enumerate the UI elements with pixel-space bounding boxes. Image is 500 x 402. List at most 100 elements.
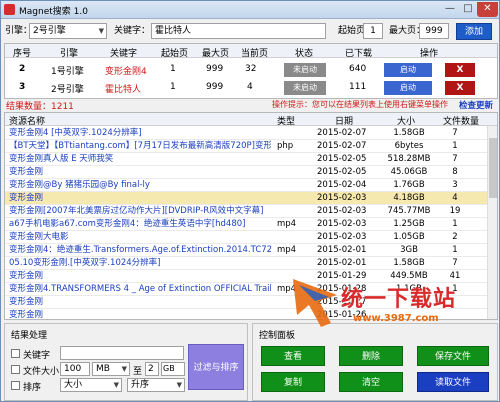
app-window: Magnet搜索 1.0 — □ ✕ 引擎： 2号引擎 ▼ 关键字： 霍比特人 … <box>0 0 500 402</box>
delete-task-button[interactable]: X <box>445 63 475 77</box>
keyword-filter-label: 关键字 <box>23 351 51 361</box>
size-from-input[interactable]: 100 <box>60 362 90 376</box>
result-size: 1.58GB <box>393 258 425 268</box>
result-file-count: 19 <box>449 206 461 216</box>
delete-button[interactable]: 删除 <box>339 346 403 366</box>
delete-task-button[interactable]: X <box>445 81 475 95</box>
copy-button[interactable]: 复制 <box>261 372 325 392</box>
engine-label: 引擎： <box>5 26 33 36</box>
result-row[interactable]: 【BT天堂】【BTtiantang.com】[7月17日发布最新高清版720P]… <box>5 140 487 153</box>
result-type: mp4 <box>277 245 297 255</box>
sort-checkbox[interactable] <box>11 381 20 390</box>
start-task-button[interactable]: 启动 <box>384 81 432 95</box>
save-file-button[interactable]: 保存文件 <box>417 346 489 366</box>
max-page-input[interactable]: 999 <box>419 23 449 39</box>
task-no: 3 <box>19 82 26 92</box>
result-name: 变形金刚大电影 <box>9 232 69 242</box>
engine-select[interactable]: 2号引擎 ▼ <box>29 23 107 39</box>
size-from-unit-select[interactable]: MB ▼ <box>92 362 130 376</box>
task-keyword: 霍比特人 <box>105 85 142 95</box>
to-label: 至 <box>133 367 143 377</box>
sort-order-value: 升序 <box>131 380 150 390</box>
task-downloaded: 640 <box>349 64 367 74</box>
maximize-button[interactable]: □ <box>459 2 477 17</box>
result-row[interactable]: 变形金刚@By 猪猪乐园@By final-ly 2015-02-04 1.76GB… <box>5 179 487 192</box>
watermark-logo: 统一下载站 www.3987.com <box>291 271 500 333</box>
task-row[interactable]: 3 2号引擎 霍比特人 1 999 4 未启动 111 启动 X <box>5 80 497 96</box>
minimize-button[interactable]: — <box>441 2 459 17</box>
chevron-down-icon: ▼ <box>113 381 119 389</box>
result-count: 结果数量：1211 <box>6 102 74 112</box>
task-current-page: 4 <box>247 82 253 92</box>
task-engine: 1号引擎 <box>51 67 84 77</box>
task-current-page: 32 <box>245 64 257 74</box>
size-to-input[interactable]: 2 <box>145 362 159 376</box>
size-to-unit-value: GB <box>163 364 175 373</box>
watermark-url: www.3987.com <box>353 313 439 324</box>
result-row[interactable]: 05.10变形金刚.[中英双字.1024分辨率] 2015-02-01 1.58GB… <box>5 257 487 270</box>
keyword-input[interactable]: 霍比特人 <box>151 23 326 39</box>
check-update-link[interactable]: 检查更新 <box>459 99 493 111</box>
result-name: 05.10变形金刚.[中英双字.1024分辨率] <box>9 258 161 268</box>
chevron-down-icon: ▼ <box>176 381 182 389</box>
result-name: 变形金刚 <box>9 193 44 203</box>
result-size: 3GB <box>400 245 418 255</box>
result-size: 518.28MB <box>387 154 431 164</box>
col-header-max-page: 最大页 <box>202 49 230 59</box>
result-row[interactable]: 变形金刚大电影 2015-02-03 1.05GB 2 <box>5 231 487 244</box>
keyword-checkbox[interactable] <box>11 349 20 358</box>
result-name: 变形金刚 <box>9 310 44 320</box>
result-name: 变形金刚4.TRANSFORMERS 4 _ Age of Extinction… <box>9 284 271 294</box>
size-to-unit-select[interactable]: GB <box>161 362 185 376</box>
add-button[interactable]: 添加 <box>456 23 492 40</box>
sort-order-select[interactable]: 升序 ▼ <box>127 378 185 392</box>
task-state-badge: 未启动 <box>284 81 326 95</box>
col-header-action: 操作 <box>420 49 439 59</box>
result-date: 2015-02-03 <box>317 219 367 229</box>
result-date: 2015-02-03 <box>317 193 367 203</box>
keyword-filter-input[interactable] <box>60 346 184 360</box>
col-header-downloaded: 已下载 <box>345 49 373 59</box>
clear-button[interactable]: 清空 <box>339 372 403 392</box>
task-max-page: 999 <box>206 82 224 92</box>
result-row[interactable]: 变形金刚4 [中英双字.1024分辨率] 2015-02-07 1.58GB 7 <box>5 127 487 140</box>
sort-field-select[interactable]: 大小 ▼ <box>60 378 122 392</box>
filter-panel-title: 结果处理 <box>11 331 48 341</box>
sort-label: 排序 <box>23 383 42 393</box>
col-header-type: 类型 <box>277 117 296 127</box>
result-size: 1.25GB <box>393 219 425 229</box>
results-table-header: 资源名称 类型 日期 大小 文件数量 <box>5 113 497 127</box>
result-row[interactable]: 变形金刚真人版 E 天师我笑 2015-02-05 518.28MB 7 <box>5 153 487 166</box>
result-row[interactable]: 变形金刚 2015-02-03 4.18GB 4 <box>5 192 487 205</box>
result-name: 变形金刚[2007年北美票房过亿动作大片][DVDRIP-R风效中文字幕] <box>9 206 264 216</box>
filter-sort-button[interactable]: 过滤与排序 <box>188 344 244 390</box>
task-row[interactable]: 2 1号引擎 变形金刚4 1 999 32 未启动 640 启动 X <box>5 62 497 78</box>
size-filter-label: 文件大小 <box>23 367 60 377</box>
result-row[interactable]: 变形金刚[2007年北美票房过亿动作大片][DVDRIP-R风效中文字幕] 201… <box>5 205 487 218</box>
result-file-count: 1 <box>452 219 458 229</box>
close-button[interactable]: ✕ <box>477 2 498 17</box>
start-page-input[interactable]: 1 <box>363 23 383 39</box>
control-panel-title: 控制面板 <box>259 331 296 341</box>
start-task-button[interactable]: 启动 <box>384 63 432 77</box>
task-no: 2 <box>19 64 26 74</box>
result-name: 变形金刚4 [中英双字.1024分辨率] <box>9 128 142 138</box>
result-file-count: 7 <box>452 258 458 268</box>
scrollbar-thumb[interactable] <box>489 138 497 198</box>
size-from-unit-value: MB <box>96 364 110 374</box>
result-date: 2015-02-07 <box>317 141 367 151</box>
sort-field-value: 大小 <box>64 380 83 390</box>
read-file-button[interactable]: 读取文件 <box>417 372 489 392</box>
result-row[interactable]: 变形金刚 2015-02-05 45.06GB 8 <box>5 166 487 179</box>
magnet-app-icon <box>4 4 15 15</box>
view-button[interactable]: 查看 <box>261 346 325 366</box>
result-name: 变形金刚@By 猪猪乐园@By final-ly <box>9 180 150 190</box>
task-max-page: 999 <box>206 64 224 74</box>
result-type: php <box>277 141 294 151</box>
size-checkbox[interactable] <box>11 365 20 374</box>
result-date: 2015-02-01 <box>317 258 367 268</box>
result-row[interactable]: 变形金刚4：绝迹重生.Transformers.Age.of.Extinctio… <box>5 244 487 257</box>
result-name: 变形金刚 <box>9 297 44 307</box>
result-date: 2015-02-05 <box>317 167 367 177</box>
result-row[interactable]: a67手机电影a67.com变形金刚4：绝迹重生英语中字[hd480] mp4 20… <box>5 218 487 231</box>
